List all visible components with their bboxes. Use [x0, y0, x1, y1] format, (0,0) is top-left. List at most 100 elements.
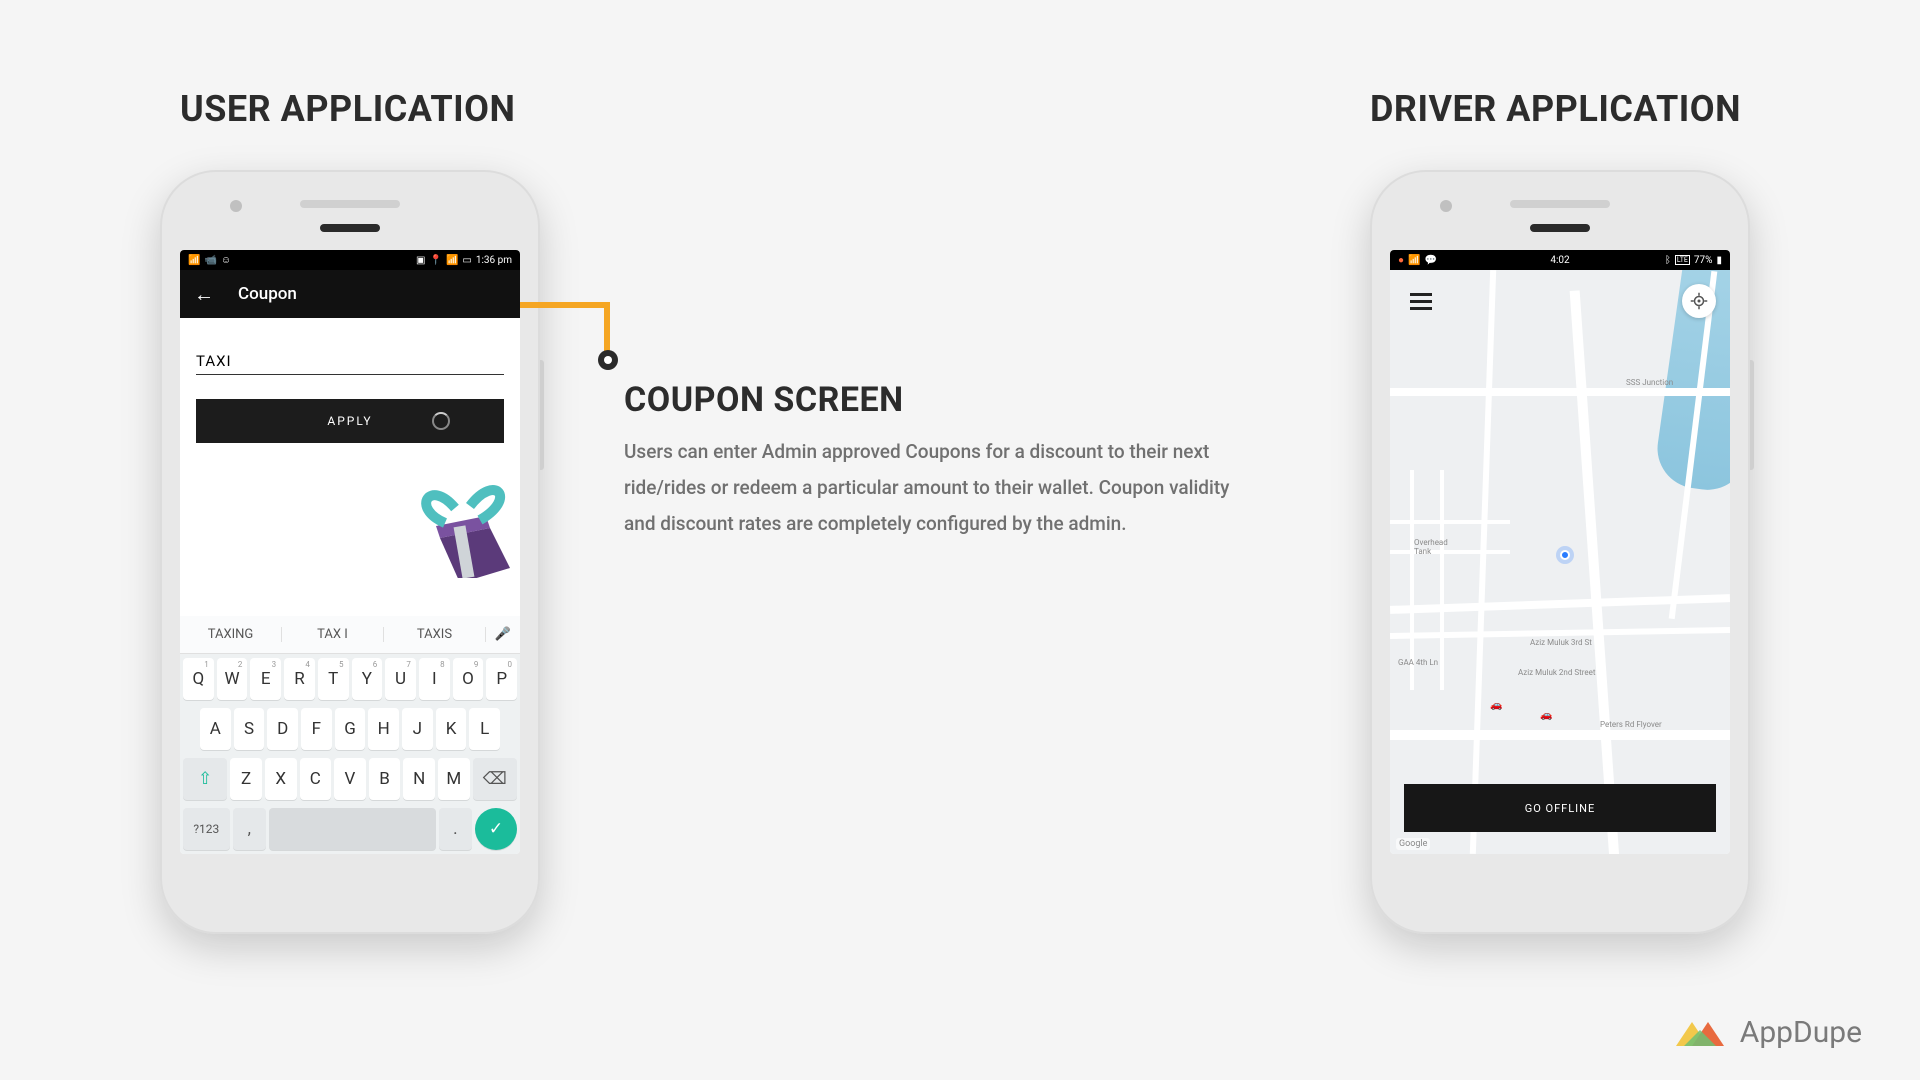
go-offline-button[interactable]: GO OFFLINE — [1404, 784, 1716, 832]
go-offline-label: GO OFFLINE — [1525, 802, 1596, 815]
battery-icon: ▮ — [1716, 255, 1722, 266]
key-k[interactable]: K — [436, 708, 467, 750]
phone-speaker — [300, 200, 400, 208]
key-period[interactable]: . — [439, 808, 472, 850]
status-time: 1:36 pm — [476, 255, 512, 266]
map-label-sss: SSS Junction — [1626, 378, 1673, 387]
key-z[interactable]: Z — [230, 758, 262, 800]
key-y[interactable]: Y6 — [352, 658, 383, 700]
gift-box-icon — [400, 468, 520, 578]
signal-icon: 📶 — [188, 255, 200, 266]
keyboard-row-1: Q1 W2 E3 R4 T5 Y6 U7 I8 O9 P0 — [180, 654, 520, 704]
suggestion-2[interactable]: TAX I — [282, 627, 384, 642]
signal-icon: 📶 — [1408, 255, 1420, 266]
key-l[interactable]: L — [469, 708, 500, 750]
key-shift[interactable]: ⇧ — [183, 758, 227, 800]
coupon-callout: COUPON SCREEN Users can enter Admin appr… — [624, 380, 1244, 542]
location-icon: 📍 — [429, 255, 441, 266]
key-enter[interactable]: ✓ — [475, 808, 517, 850]
key-x[interactable]: X — [265, 758, 297, 800]
car-marker-icon: 🚗 — [1540, 710, 1552, 721]
driver-map[interactable]: SSS Junction Overhead Tank Peters Rd Fly… — [1390, 270, 1730, 854]
callout-body: Users can enter Admin approved Coupons f… — [624, 434, 1244, 542]
key-v[interactable]: V — [334, 758, 366, 800]
key-comma[interactable]: , — [233, 808, 266, 850]
coupon-app-header: ← Coupon — [180, 270, 520, 318]
key-h[interactable]: H — [368, 708, 399, 750]
key-q[interactable]: Q1 — [183, 658, 214, 700]
brand-name: AppDupe — [1740, 1015, 1862, 1050]
status-time: 4:02 — [1550, 255, 1569, 266]
key-j[interactable]: J — [402, 708, 433, 750]
key-a[interactable]: A — [200, 708, 231, 750]
suggestion-3[interactable]: TAXIS — [384, 627, 486, 642]
chat-icon: 💬 — [1425, 255, 1437, 266]
key-r[interactable]: R4 — [284, 658, 315, 700]
map-label-aziz2: Aziz Muluk 2nd Street — [1518, 668, 1595, 677]
key-e[interactable]: E3 — [250, 658, 281, 700]
keyboard-row-3: ⇧ Z X C V B N M ⌫ — [180, 754, 520, 804]
callout-connector — [520, 302, 650, 362]
bluetooth-icon: ᛒ — [1665, 255, 1671, 266]
key-b[interactable]: B — [369, 758, 401, 800]
soft-keyboard: TAXING TAX I TAXIS 🎤 Q1 W2 E3 R4 T5 Y6 U… — [180, 616, 520, 854]
mic-icon[interactable]: 🎤 — [486, 627, 520, 642]
key-o[interactable]: O9 — [453, 658, 484, 700]
driver-status-bar: ● 📶 💬 4:02 ᛒ LTE 77% ▮ — [1390, 250, 1730, 270]
battery-text: 77% — [1694, 255, 1713, 266]
user-phone-frame: 📶 📹 ☺ ▣ 📍 📶 ▭ 1:36 pm ← Coupon APPLY — [160, 170, 540, 934]
key-space[interactable] — [269, 808, 436, 850]
current-location-dot-icon — [1560, 550, 1570, 560]
driver-app-heading: DRIVER APPLICATION — [1370, 88, 1741, 130]
phone-camera — [230, 200, 242, 212]
driver-screen: ● 📶 💬 4:02 ᛒ LTE 77% ▮ — [1390, 250, 1730, 854]
callout-title: COUPON SCREEN — [624, 380, 1244, 420]
key-t[interactable]: T5 — [318, 658, 349, 700]
crosshair-icon — [1690, 292, 1708, 310]
menu-button[interactable] — [1404, 284, 1438, 318]
key-n[interactable]: N — [403, 758, 435, 800]
volte-icon: LTE — [1675, 255, 1690, 265]
google-attribution: Google — [1396, 838, 1430, 850]
carrier-icon: ● — [1398, 255, 1404, 266]
user-screen: 📶 📹 ☺ ▣ 📍 📶 ▭ 1:36 pm ← Coupon APPLY — [180, 250, 520, 854]
key-g[interactable]: G — [335, 708, 366, 750]
key-f[interactable]: F — [301, 708, 332, 750]
coupon-input[interactable] — [196, 348, 504, 375]
appdupe-mark-icon — [1668, 1016, 1728, 1050]
back-arrow-icon[interactable]: ← — [194, 284, 214, 304]
locate-me-button[interactable] — [1682, 284, 1716, 318]
apply-label: APPLY — [327, 414, 372, 428]
key-u[interactable]: U7 — [385, 658, 416, 700]
map-label-peters: Peters Rd Flyover — [1600, 720, 1662, 729]
hamburger-icon — [1410, 300, 1432, 303]
key-w[interactable]: W2 — [217, 658, 248, 700]
map-label-gaa: GAA 4th Ln — [1398, 658, 1438, 667]
coupon-title: Coupon — [238, 284, 297, 304]
loading-spinner-icon — [432, 412, 450, 430]
keyboard-row-4: ?123 , . ✓ — [180, 804, 520, 854]
wifi-icon: 📶 — [446, 255, 458, 266]
phone-speaker — [1510, 200, 1610, 208]
key-backspace[interactable]: ⌫ — [473, 758, 517, 800]
apply-button[interactable]: APPLY — [196, 399, 504, 443]
map-label-overhead: Overhead Tank — [1414, 538, 1448, 556]
key-i[interactable]: I8 — [419, 658, 450, 700]
key-m[interactable]: M — [438, 758, 470, 800]
keyboard-row-2: A S D F G H J K L — [180, 704, 520, 754]
driver-phone-frame: ● 📶 💬 4:02 ᛒ LTE 77% ▮ — [1370, 170, 1750, 934]
key-p[interactable]: P0 — [486, 658, 517, 700]
video-icon: 📹 — [204, 255, 216, 266]
key-s[interactable]: S — [234, 708, 265, 750]
cast-icon: ▣ — [416, 255, 425, 266]
key-c[interactable]: C — [300, 758, 332, 800]
suggestion-1[interactable]: TAXING — [180, 627, 282, 642]
key-d[interactable]: D — [267, 708, 298, 750]
map-label-aziz1: Aziz Muluk 3rd St — [1530, 638, 1592, 647]
battery-icon: ▭ — [462, 255, 471, 266]
phone-camera — [1440, 200, 1452, 212]
coupon-body: APPLY — [180, 318, 520, 578]
brand-logo: AppDupe — [1668, 1015, 1862, 1050]
key-symbols[interactable]: ?123 — [183, 808, 230, 850]
phone-sensor — [1530, 224, 1590, 232]
